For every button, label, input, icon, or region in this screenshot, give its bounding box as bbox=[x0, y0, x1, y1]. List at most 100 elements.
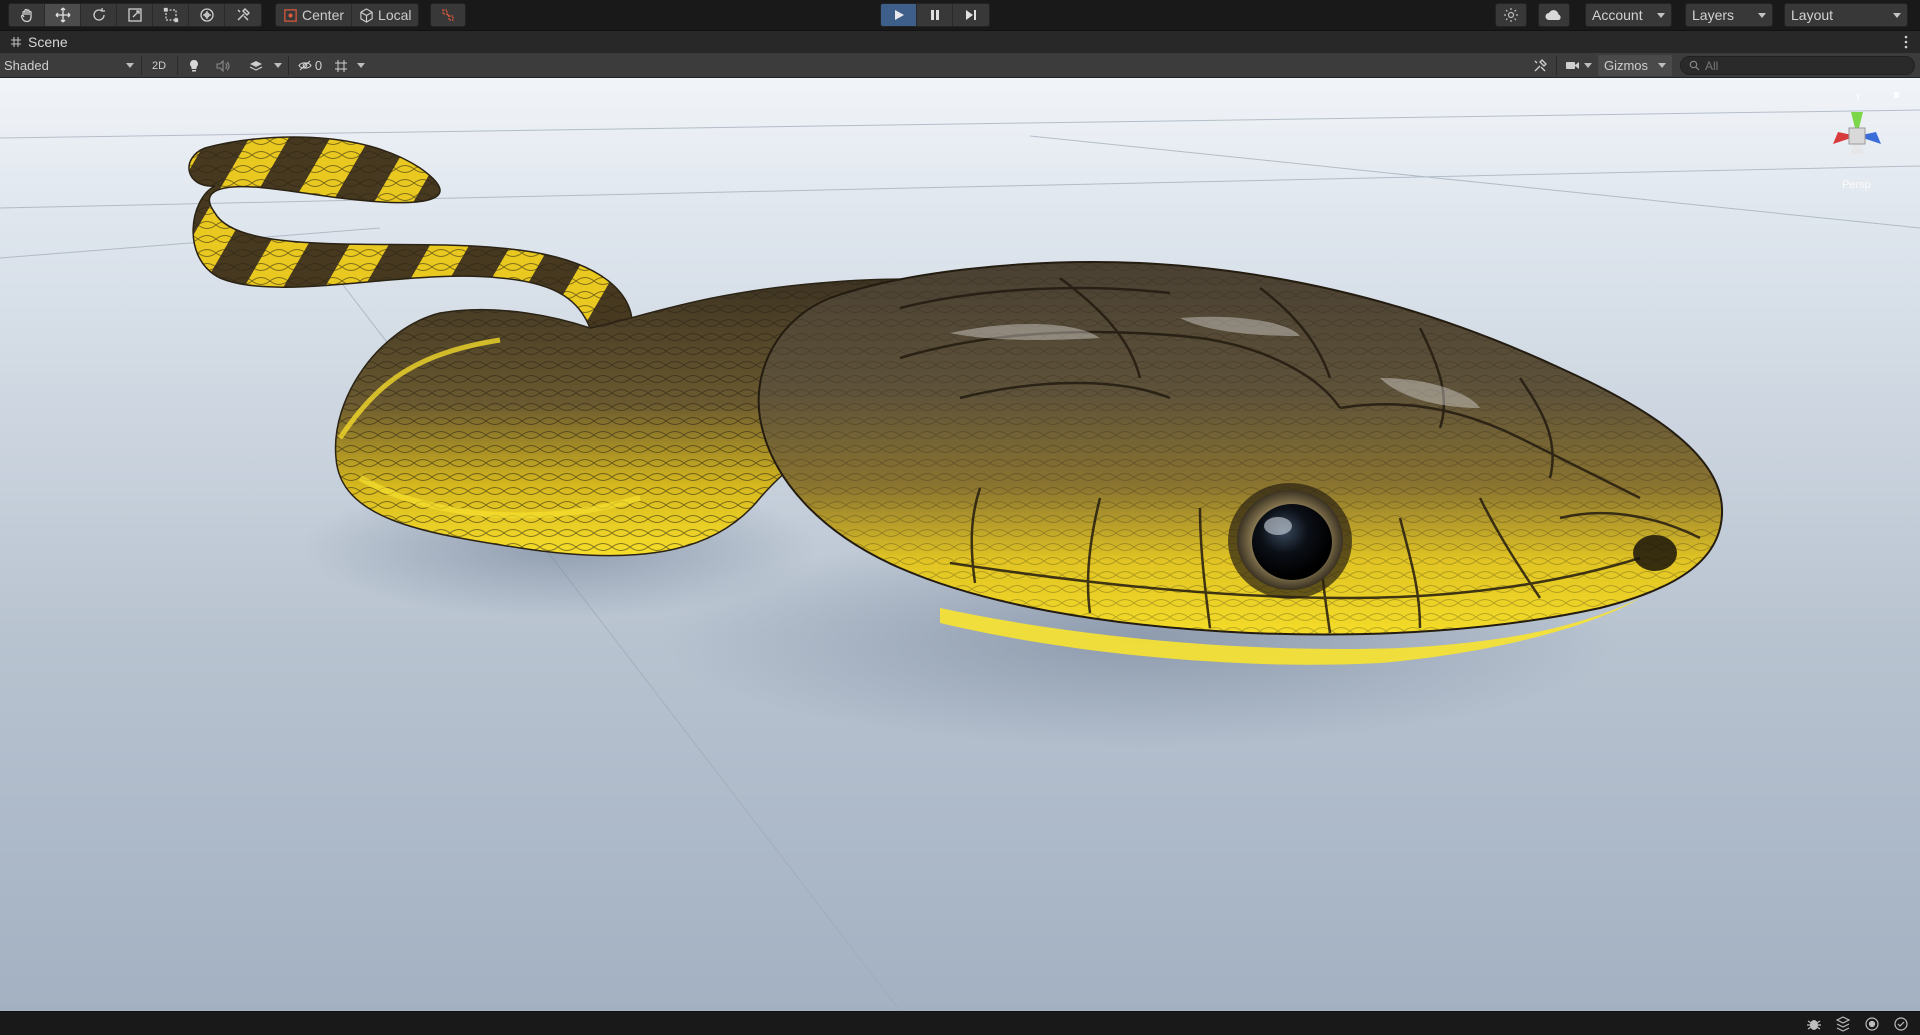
grid-snap-button[interactable] bbox=[431, 4, 465, 26]
local-cube-icon bbox=[360, 7, 373, 23]
cache-server-icon[interactable] bbox=[1834, 1016, 1852, 1032]
scene-search-input[interactable]: All bbox=[1680, 56, 1915, 75]
pause-button[interactable] bbox=[917, 4, 953, 26]
bug-icon[interactable] bbox=[1805, 1016, 1823, 1032]
chevron-down-icon bbox=[1893, 13, 1901, 18]
camera-settings-dropdown[interactable] bbox=[1560, 55, 1596, 76]
grid-icon bbox=[335, 59, 347, 72]
check-circle-icon[interactable] bbox=[1892, 1016, 1910, 1032]
scene-view-toolbar: Shaded 2D 0 Gizmos All bbox=[0, 53, 1920, 78]
layers-label: Layers bbox=[1692, 7, 1735, 23]
lock-icon bbox=[1894, 92, 1899, 98]
toggle-2d-button[interactable]: 2D bbox=[145, 55, 173, 76]
tab-scene[interactable]: Scene bbox=[0, 31, 80, 53]
lighting-toggle[interactable] bbox=[182, 55, 206, 76]
scene-tab-label: Scene bbox=[28, 34, 68, 50]
chevron-down-icon bbox=[357, 63, 365, 68]
axis-gizmo-icon: y Persp bbox=[1833, 90, 1899, 191]
layers-dropdown[interactable]: Layers bbox=[1685, 3, 1773, 27]
camera-icon bbox=[1565, 62, 1579, 69]
rotate-tool-button[interactable] bbox=[81, 4, 117, 26]
pivot-center-label: Center bbox=[302, 7, 345, 23]
pause-icon bbox=[930, 10, 939, 20]
divider bbox=[177, 56, 178, 75]
snake-eye bbox=[1228, 483, 1352, 599]
effects-toggle[interactable] bbox=[242, 55, 270, 76]
move-icon bbox=[55, 7, 70, 23]
effects-dropdown[interactable] bbox=[272, 55, 284, 76]
grid-toggle[interactable] bbox=[330, 55, 352, 76]
scale-tool-button[interactable] bbox=[117, 4, 153, 26]
snap-group bbox=[430, 3, 466, 27]
search-icon bbox=[1689, 60, 1700, 71]
grid-dropdown[interactable] bbox=[354, 55, 368, 76]
account-dropdown[interactable]: Account bbox=[1585, 3, 1672, 27]
layout-dropdown[interactable]: Layout bbox=[1784, 3, 1908, 27]
pivot-controls: Center Local bbox=[275, 3, 419, 27]
pivot-center-button[interactable]: Center bbox=[276, 4, 353, 26]
lightbulb-icon bbox=[190, 59, 198, 71]
scene-visibility-toggle[interactable]: 0 bbox=[293, 55, 327, 76]
cloud-button[interactable] bbox=[1538, 3, 1570, 27]
transform-tools bbox=[8, 3, 262, 27]
pivot-center-icon bbox=[284, 8, 297, 22]
hand-tool-button[interactable] bbox=[9, 4, 45, 26]
chevron-down-icon bbox=[1758, 13, 1766, 18]
divider bbox=[288, 56, 289, 75]
toggle-2d-label: 2D bbox=[151, 59, 167, 72]
cloud-icon bbox=[1545, 10, 1561, 21]
unity-editor: Center Local Account Layers Layout Scene… bbox=[0, 0, 1920, 1035]
chevron-down-icon bbox=[126, 63, 134, 68]
search-placeholder: All bbox=[1705, 58, 1719, 73]
play-button[interactable] bbox=[881, 4, 917, 26]
step-icon bbox=[966, 10, 976, 20]
step-button[interactable] bbox=[953, 4, 989, 26]
scene-render bbox=[0, 78, 1920, 1011]
gizmos-dropdown[interactable]: Gizmos bbox=[1598, 55, 1672, 76]
chevron-down-icon bbox=[1657, 13, 1665, 18]
rotate-icon bbox=[92, 8, 105, 21]
progress-icon[interactable] bbox=[1863, 1016, 1881, 1032]
audio-toggle[interactable] bbox=[211, 55, 235, 76]
account-label: Account bbox=[1592, 7, 1643, 23]
pivot-local-button[interactable]: Local bbox=[352, 4, 418, 26]
transform-tool-button[interactable] bbox=[189, 4, 225, 26]
orientation-gizmo[interactable]: y Persp bbox=[1812, 88, 1902, 208]
transform-icon bbox=[199, 8, 214, 22]
rect-icon bbox=[163, 7, 178, 23]
eye-hidden-icon bbox=[298, 60, 312, 71]
services-button[interactable] bbox=[1495, 3, 1527, 27]
status-bar bbox=[0, 1011, 1920, 1035]
gizmos-label: Gizmos bbox=[1603, 58, 1649, 73]
chevron-down-icon bbox=[1583, 63, 1592, 68]
chevron-down-icon bbox=[274, 63, 282, 68]
draw-mode-label: Shaded bbox=[4, 58, 49, 73]
grid-snap-icon bbox=[442, 9, 454, 21]
tools-icon bbox=[237, 8, 250, 21]
move-tool-button[interactable] bbox=[45, 4, 81, 26]
hand-icon bbox=[20, 8, 32, 23]
playmode-controls bbox=[880, 3, 990, 27]
tools-icon bbox=[1534, 58, 1547, 71]
sun-icon bbox=[1504, 8, 1518, 22]
chevron-down-icon bbox=[1658, 63, 1667, 68]
scale-icon bbox=[127, 8, 142, 22]
speaker-icon bbox=[216, 59, 230, 72]
tools-overlay-toggle[interactable] bbox=[1528, 55, 1552, 76]
rect-tool-button[interactable] bbox=[153, 4, 189, 26]
custom-tool-button[interactable] bbox=[225, 4, 261, 26]
hidden-count: 0 bbox=[314, 58, 323, 73]
layers-stack-icon bbox=[249, 60, 263, 71]
scene-viewport[interactable]: y Persp bbox=[0, 78, 1920, 1011]
main-toolbar: Center Local Account Layers Layout bbox=[0, 0, 1920, 31]
snake-nostril bbox=[1633, 535, 1677, 571]
layout-label: Layout bbox=[1791, 7, 1834, 23]
divider bbox=[141, 56, 142, 75]
scene-tab-bar: Scene bbox=[0, 31, 1920, 53]
play-icon bbox=[894, 10, 904, 20]
divider bbox=[1556, 56, 1557, 75]
pivot-local-label: Local bbox=[378, 7, 412, 23]
gizmo-projection-label: Persp bbox=[1842, 179, 1871, 191]
draw-mode-dropdown[interactable]: Shaded bbox=[4, 55, 136, 76]
kebab-menu-icon[interactable] bbox=[1904, 34, 1908, 50]
